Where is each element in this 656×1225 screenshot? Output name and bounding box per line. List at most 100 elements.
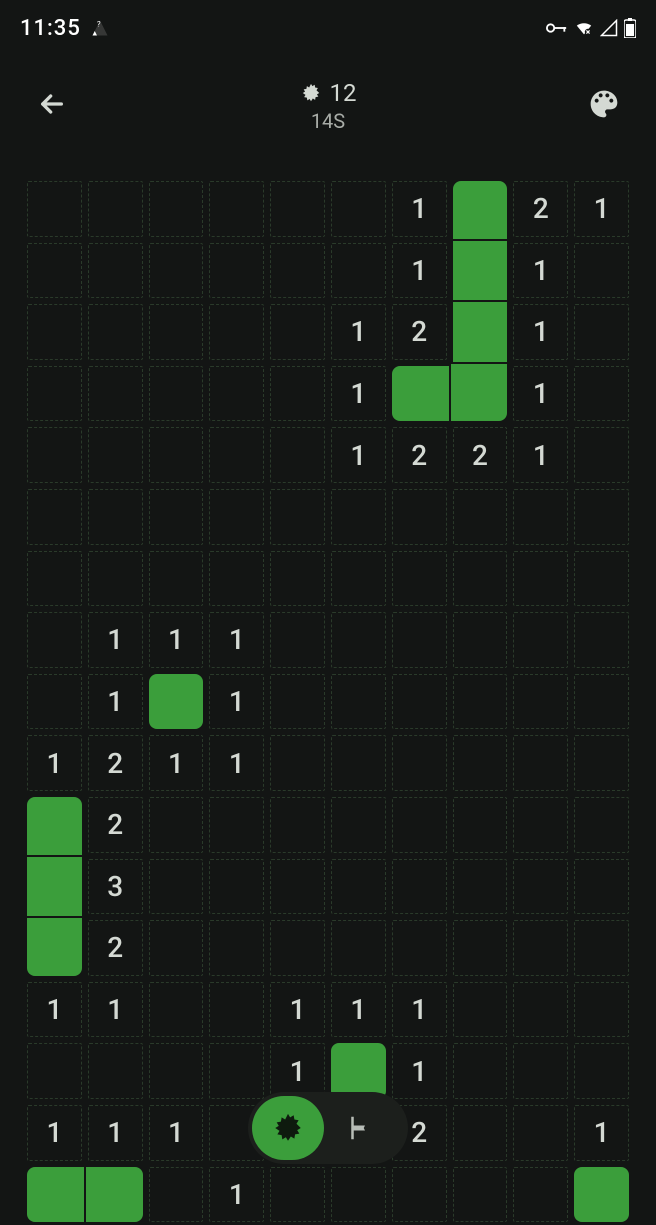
cell[interactable] — [571, 240, 632, 302]
cell[interactable] — [267, 240, 328, 302]
cell[interactable] — [450, 979, 511, 1041]
cell[interactable] — [85, 424, 146, 486]
cell[interactable] — [24, 424, 85, 486]
cell[interactable] — [267, 856, 328, 918]
cell[interactable] — [24, 1164, 85, 1225]
cell[interactable] — [146, 1164, 207, 1225]
cell[interactable] — [571, 1040, 632, 1102]
cell[interactable] — [206, 917, 267, 979]
back-button[interactable] — [28, 80, 76, 132]
cell[interactable] — [267, 424, 328, 486]
cell[interactable] — [146, 856, 207, 918]
cell[interactable] — [85, 240, 146, 302]
cell[interactable] — [267, 548, 328, 610]
cell[interactable] — [571, 917, 632, 979]
cell[interactable] — [571, 363, 632, 425]
cell[interactable] — [146, 240, 207, 302]
cell[interactable]: 2 — [389, 301, 450, 363]
cell[interactable] — [450, 671, 511, 733]
cell[interactable] — [571, 486, 632, 548]
cell[interactable] — [450, 548, 511, 610]
cell[interactable] — [328, 732, 389, 794]
cell[interactable] — [510, 1040, 571, 1102]
cell[interactable] — [328, 609, 389, 671]
cell[interactable]: 1 — [24, 1102, 85, 1164]
cell[interactable] — [24, 917, 85, 979]
cell[interactable] — [510, 856, 571, 918]
cell[interactable] — [85, 301, 146, 363]
cell[interactable] — [24, 178, 85, 240]
cell[interactable]: 3 — [85, 856, 146, 918]
cell[interactable] — [450, 732, 511, 794]
cell[interactable] — [267, 301, 328, 363]
cell[interactable]: 2 — [450, 424, 511, 486]
cell[interactable]: 1 — [206, 609, 267, 671]
cell[interactable]: 1 — [510, 424, 571, 486]
cell[interactable]: 1 — [328, 301, 389, 363]
theme-palette-button[interactable] — [580, 80, 628, 132]
cell[interactable] — [510, 609, 571, 671]
cell[interactable] — [24, 486, 85, 548]
cell[interactable] — [389, 363, 450, 425]
cell[interactable] — [450, 856, 511, 918]
cell[interactable] — [85, 363, 146, 425]
cell[interactable] — [389, 548, 450, 610]
cell[interactable]: 1 — [146, 609, 207, 671]
cell[interactable] — [267, 794, 328, 856]
cell[interactable] — [328, 486, 389, 548]
cell[interactable] — [267, 178, 328, 240]
cell[interactable] — [389, 794, 450, 856]
cell[interactable] — [450, 1164, 511, 1225]
cell[interactable]: 1 — [206, 671, 267, 733]
cell[interactable] — [267, 486, 328, 548]
cell[interactable] — [24, 671, 85, 733]
cell[interactable] — [510, 486, 571, 548]
cell[interactable]: 2 — [389, 424, 450, 486]
cell[interactable] — [206, 301, 267, 363]
cell[interactable] — [267, 671, 328, 733]
cell[interactable]: 1 — [146, 732, 207, 794]
cell[interactable] — [571, 424, 632, 486]
cell[interactable] — [510, 732, 571, 794]
cell[interactable] — [24, 1040, 85, 1102]
cell[interactable] — [206, 548, 267, 610]
cell[interactable] — [571, 856, 632, 918]
cell[interactable] — [510, 979, 571, 1041]
dig-mode-button[interactable] — [252, 1096, 324, 1160]
cell[interactable] — [450, 363, 511, 425]
cell[interactable] — [571, 979, 632, 1041]
cell[interactable] — [206, 794, 267, 856]
cell[interactable] — [85, 486, 146, 548]
cell[interactable]: 2 — [85, 732, 146, 794]
cell[interactable] — [389, 609, 450, 671]
cell[interactable]: 1 — [267, 979, 328, 1041]
cell[interactable]: 1 — [389, 979, 450, 1041]
cell[interactable]: 1 — [389, 1040, 450, 1102]
cell[interactable] — [510, 1164, 571, 1225]
cell[interactable]: 1 — [389, 240, 450, 302]
cell[interactable] — [571, 548, 632, 610]
cell[interactable]: 1 — [510, 301, 571, 363]
cell[interactable] — [146, 917, 207, 979]
cell[interactable]: 1 — [571, 1102, 632, 1164]
cell[interactable] — [206, 486, 267, 548]
cell[interactable]: 2 — [85, 794, 146, 856]
cell[interactable] — [206, 424, 267, 486]
cell[interactable]: 2 — [85, 917, 146, 979]
cell[interactable] — [328, 178, 389, 240]
cell[interactable] — [146, 363, 207, 425]
cell[interactable] — [267, 732, 328, 794]
cell[interactable] — [206, 363, 267, 425]
cell[interactable] — [146, 301, 207, 363]
cell[interactable] — [389, 732, 450, 794]
cell[interactable] — [389, 917, 450, 979]
cell[interactable] — [146, 548, 207, 610]
cell[interactable] — [571, 671, 632, 733]
cell[interactable] — [146, 424, 207, 486]
cell[interactable] — [146, 1040, 207, 1102]
cell[interactable] — [85, 548, 146, 610]
cell[interactable] — [146, 486, 207, 548]
cell[interactable] — [571, 1164, 632, 1225]
cell[interactable] — [206, 1040, 267, 1102]
cell[interactable]: 1 — [24, 979, 85, 1041]
